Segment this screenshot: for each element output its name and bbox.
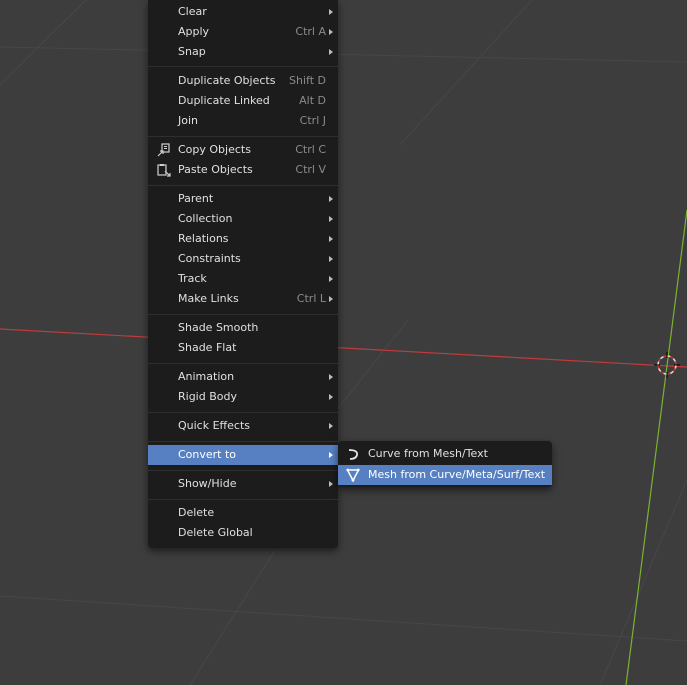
submenu-arrow-icon [329, 296, 333, 302]
submenu-item-curve-from-mesh[interactable]: Curve from Mesh/Text [338, 444, 552, 464]
menu-item-duplicate-linked[interactable]: Duplicate Linked Alt D [148, 91, 338, 111]
menu-item-apply[interactable]: Apply Ctrl A [148, 22, 338, 42]
menu-item-show-hide[interactable]: Show/Hide [148, 474, 338, 494]
menu-item-label: Animation [178, 370, 235, 383]
submenu-item-label: Mesh from Curve/Meta/Surf/Text [368, 468, 546, 481]
submenu-arrow-icon [329, 216, 333, 222]
submenu-arrow-icon [329, 236, 333, 242]
menu-separator [148, 363, 338, 364]
submenu-arrow-icon [329, 394, 333, 400]
menu-item-clear[interactable]: Clear [148, 2, 338, 22]
copy-icon [157, 143, 170, 157]
submenu-arrow-icon [329, 423, 333, 429]
submenu-arrow-icon [329, 276, 333, 282]
menu-item-label: Relations [178, 232, 229, 245]
3d-viewport[interactable] [0, 0, 687, 685]
menu-item-parent[interactable]: Parent [148, 189, 338, 209]
shortcut-label: Alt D [299, 94, 326, 107]
menu-item-label: Constraints [178, 252, 241, 265]
menu-separator [148, 470, 338, 471]
menu-item-delete[interactable]: Delete [148, 503, 338, 523]
menu-item-track[interactable]: Track [148, 269, 338, 289]
menu-item-duplicate-objects[interactable]: Duplicate Objects Shift D [148, 71, 338, 91]
menu-item-label: Copy Objects [178, 143, 251, 156]
menu-separator [148, 314, 338, 315]
menu-item-label: Track [178, 272, 207, 285]
menu-item-convert-to[interactable]: Convert to [148, 445, 338, 465]
menu-item-label: Clear [178, 5, 207, 18]
menu-item-label: Delete Global [178, 526, 253, 539]
submenu-item-label: Curve from Mesh/Text [368, 447, 488, 460]
menu-item-label: Collection [178, 212, 233, 225]
submenu-arrow-icon [329, 256, 333, 262]
menu-item-copy-objects[interactable]: Copy Objects Ctrl C [148, 140, 338, 160]
object-context-menu: Clear Apply Ctrl A Snap Duplicate Object… [148, 0, 338, 548]
menu-item-label: Apply [178, 25, 210, 38]
menu-item-collection[interactable]: Collection [148, 209, 338, 229]
menu-item-snap[interactable]: Snap [148, 42, 338, 62]
convert-to-submenu: Curve from Mesh/Text Mesh from Curve/Met… [338, 441, 552, 487]
mesh-icon [346, 468, 360, 482]
menu-separator [148, 136, 338, 137]
grid-lines [0, 0, 687, 685]
menu-item-label: Quick Effects [178, 419, 250, 432]
menu-item-label: Shade Flat [178, 341, 237, 354]
submenu-arrow-icon [329, 49, 333, 55]
menu-item-animation[interactable]: Animation [148, 367, 338, 387]
menu-item-label: Paste Objects [178, 163, 253, 176]
shortcut-label: Ctrl J [299, 114, 326, 127]
menu-item-label: Duplicate Objects [178, 74, 276, 87]
y-axis-line [625, 209, 687, 685]
submenu-arrow-icon [329, 374, 333, 380]
menu-item-paste-objects[interactable]: Paste Objects Ctrl V [148, 160, 338, 180]
submenu-arrow-icon [329, 481, 333, 487]
menu-separator [148, 66, 338, 67]
menu-item-label: Join [178, 114, 199, 127]
menu-item-shade-smooth[interactable]: Shade Smooth [148, 318, 338, 338]
paste-icon [157, 164, 171, 177]
menu-item-label: Rigid Body [178, 390, 237, 403]
menu-item-label: Convert to [178, 448, 237, 461]
menu-item-join[interactable]: Join Ctrl J [148, 111, 338, 131]
submenu-arrow-icon [329, 29, 333, 35]
menu-item-label: Duplicate Linked [178, 94, 270, 107]
menu-item-relations[interactable]: Relations [148, 229, 338, 249]
submenu-arrow-icon [329, 196, 333, 202]
shortcut-label: Ctrl L [296, 292, 326, 305]
menu-separator [148, 185, 338, 186]
menu-item-constraints[interactable]: Constraints [148, 249, 338, 269]
menu-separator [148, 499, 338, 500]
menu-separator [148, 412, 338, 413]
menu-item-label: Delete [178, 506, 215, 519]
menu-item-label: Snap [178, 45, 206, 58]
submenu-arrow-icon [329, 9, 333, 15]
menu-item-quick-effects[interactable]: Quick Effects [148, 416, 338, 436]
menu-item-shade-flat[interactable]: Shade Flat [148, 338, 338, 358]
shortcut-label: Ctrl C [295, 143, 326, 156]
menu-item-rigid-body[interactable]: Rigid Body [148, 387, 338, 407]
shortcut-label: Ctrl V [295, 163, 326, 176]
menu-item-label: Parent [178, 192, 214, 205]
shortcut-label: Ctrl A [295, 25, 326, 38]
shortcut-label: Shift D [289, 74, 326, 87]
menu-item-label: Show/Hide [178, 477, 237, 490]
submenu-arrow-icon [329, 452, 333, 458]
menu-item-delete-global[interactable]: Delete Global [148, 523, 338, 543]
menu-item-label: Shade Smooth [178, 321, 259, 334]
curve-icon [348, 449, 358, 460]
menu-item-label: Make Links [178, 292, 239, 305]
submenu-item-mesh-from-curve[interactable]: Mesh from Curve/Meta/Surf/Text [338, 465, 552, 485]
menu-item-make-links[interactable]: Make Links Ctrl L [148, 289, 338, 309]
x-axis-line [0, 328, 687, 368]
menu-separator [148, 441, 338, 442]
